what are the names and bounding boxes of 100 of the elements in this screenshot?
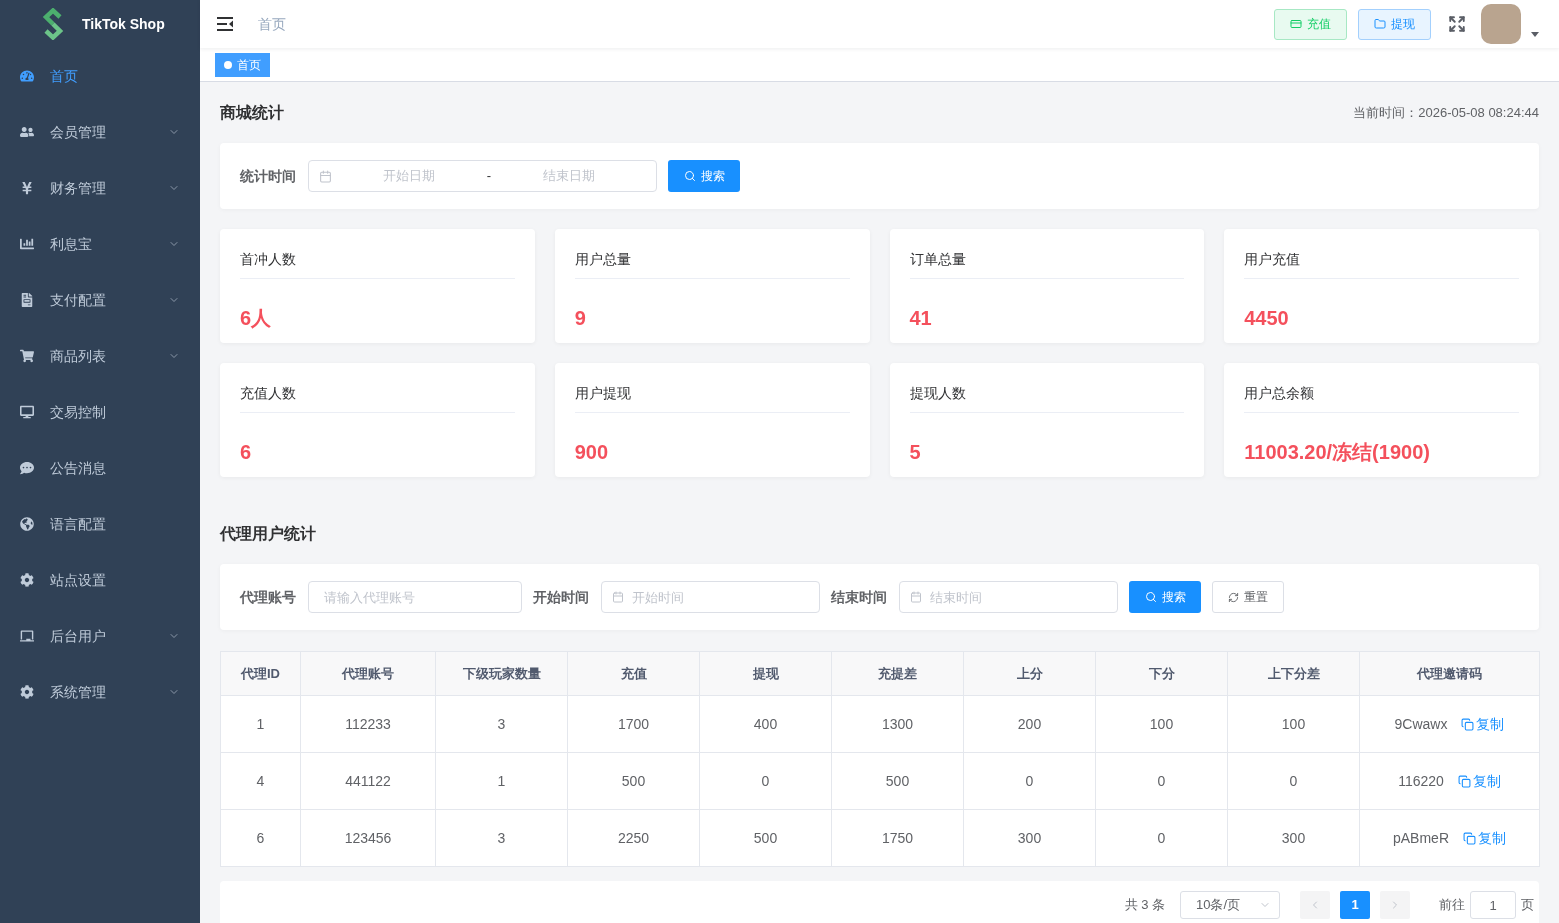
stat-label: 用户总量 [574,250,631,269]
column-header: 下级玩家数量 [435,651,568,696]
table-cell: 0 [1095,809,1228,867]
table-cell: 500 [831,752,964,810]
column-header: 下分 [1095,651,1228,696]
column-header: 提现 [699,651,832,696]
table-cell: 0 [1095,752,1228,810]
caret-icon[interactable] [1531,31,1539,37]
copy-icon [1463,832,1476,846]
column-header: 充值 [567,651,700,696]
stat-label: 充值人数 [240,384,296,403]
calendar-icon [319,169,332,183]
invite-code: 9Cwawx [1394,716,1448,732]
table-cell: 6 [220,809,301,867]
reset-button[interactable]: 重置 [1212,581,1284,613]
table-cell: 500 [699,809,832,867]
card-icon [1290,18,1302,30]
cart-icon [20,349,34,363]
logo-text: TikTok Shop [82,14,165,34]
yen-icon [20,181,34,195]
stat-value: 5 [909,440,921,464]
monitor-icon [20,405,34,419]
table-cell: 1750 [831,809,964,867]
table-cell: 1300 [831,695,964,753]
stat-value: 6人 [240,306,272,330]
column-header: 充提差 [831,651,964,696]
calendar-icon [910,591,922,603]
start-date-field[interactable]: 开始日期 [332,166,487,186]
filter-label: 结束时间 [831,587,887,607]
total-count: 共 3 条 [1124,896,1165,914]
column-header: 上分 [963,651,1096,696]
table-cell: 1 [220,695,301,753]
table-cell: 1700 [567,695,700,753]
filter-label: 代理账号 [240,587,296,607]
table-cell: 500 [567,752,700,810]
chat-bubble-icon [20,461,34,475]
table-cell: 0 [699,752,832,810]
stat-label: 提现人数 [909,384,966,403]
table-cell: 200 [963,695,1096,753]
invite-code: 116220 [1398,773,1444,789]
current-time: 当前时间：2026-05-08 08:24:44 [1353,104,1539,123]
table-cell: 0 [963,752,1096,810]
table-cell: 0 [1227,752,1360,810]
folder-icon [1374,18,1386,30]
table-cell: 123456 [300,809,436,867]
column-header: 代理账号 [300,651,436,696]
table-cell: 400 [699,695,832,753]
table-cell: 3 [435,809,568,867]
table-cell: 2250 [567,809,700,867]
stat-label: 用户总余额 [1244,384,1315,403]
text-input-field[interactable]: 请输入代理账号 [308,581,522,613]
table-cell: 300 [963,809,1096,867]
bar-chart-icon [20,237,34,251]
copy-link[interactable]: 复制 [1457,771,1501,793]
stat-label: 首冲人数 [240,250,296,269]
copy-link[interactable]: 复制 [1463,828,1506,850]
date-input-field[interactable]: 开始时间 [601,581,820,613]
search-icon [1144,591,1157,603]
date-range-field[interactable]: 开始日期 - 结束日期 [308,160,657,192]
copy-link[interactable]: 复制 [1461,714,1505,736]
globe-icon [20,517,34,531]
copy-icon [1461,718,1475,732]
gear-icon [20,573,34,587]
gauge-icon [20,69,34,83]
table-cell: 300 [1227,809,1360,867]
section-title: 代理用户统计 [220,524,316,544]
invite-code: pABmeR [1393,830,1449,846]
stat-value: 6 [240,440,252,464]
stat-label: 用户提现 [574,384,631,403]
table-cell: 100 [1227,695,1360,753]
range-separator: - [486,167,492,186]
stat-value: 900 [574,440,609,464]
date-input-field[interactable]: 结束时间 [899,581,1118,613]
stat-value: 9 [574,306,586,330]
table-cell: 3 [435,695,568,753]
table-cell: 112233 [300,695,436,753]
table-cell: 1 [435,752,568,810]
fullscreen-icon[interactable] [1448,15,1466,33]
users-icon [20,125,34,139]
column-header: 上下分差 [1227,651,1360,696]
table-cell: 441122 [300,752,436,810]
column-header: 代理ID [220,651,301,696]
table-cell: 4 [220,752,301,810]
goto-label: 前往 [1439,896,1465,914]
section-title: 商城统计 [220,103,284,123]
gear-icon [20,685,34,699]
end-date-field[interactable]: 结束日期 [491,166,646,186]
stat-value: 11003.20/冻结(1900) [1244,440,1430,464]
search-icon [683,170,696,182]
filter-label: 统计时间 [240,166,296,186]
calendar-icon [612,591,624,603]
page-size-select[interactable]: 10条/页 [1180,891,1280,919]
table-cell: 100 [1095,695,1228,753]
copy-icon [1457,775,1471,789]
page-suffix: 页 [1521,896,1534,914]
stat-label: 用户充值 [1244,250,1301,269]
page-number-field[interactable]: 1 [1470,891,1516,919]
menu-icon[interactable] [217,17,233,31]
document-icon [20,293,34,307]
refresh-icon [1228,591,1239,603]
